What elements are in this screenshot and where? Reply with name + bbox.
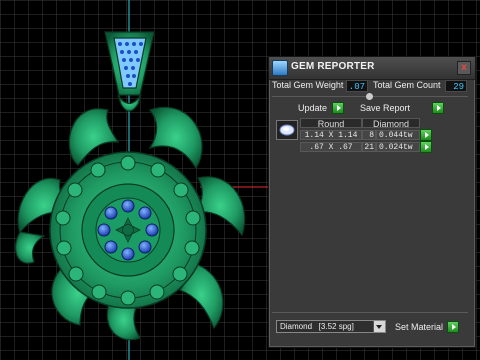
play-arrow-icon <box>420 141 432 153</box>
table-row-size: .67 X .67 <box>300 142 362 152</box>
gem-reporter-window[interactable]: GEM REPORTER x <box>268 56 476 348</box>
set-material-button-label: Set Material <box>395 322 444 332</box>
window-titlebar[interactable]: GEM REPORTER x <box>269 57 475 80</box>
gem-reporter-app-icon <box>272 60 288 76</box>
play-arrow-icon <box>332 102 344 114</box>
material-select[interactable]: Diamond [3.52 spg] <box>276 320 386 333</box>
chevron-down-icon[interactable] <box>373 321 385 332</box>
window-title: GEM REPORTER <box>291 61 375 72</box>
close-icon[interactable]: x <box>457 61 471 75</box>
table-row-size: 1.14 X 1.14 <box>300 130 362 140</box>
table-row-count: 21 <box>362 142 376 152</box>
row-go-button[interactable] <box>420 129 432 141</box>
play-arrow-icon <box>447 321 459 333</box>
update-button[interactable]: Update <box>298 101 346 115</box>
update-button-label: Update <box>298 103 328 113</box>
table-row-count: 8 <box>362 130 376 140</box>
set-material-button[interactable]: Set Material <box>395 320 459 334</box>
total-gem-count-label: Total Gem Count <box>373 80 441 90</box>
divider-handle[interactable] <box>366 93 373 100</box>
gem-table: Round Diamond 1.14 X 1.14 8 0.044tw .67 … <box>274 118 446 154</box>
total-gem-weight-value: .07 <box>346 80 368 92</box>
play-arrow-icon <box>432 102 444 114</box>
total-gem-count-value: 29 <box>445 80 467 92</box>
row-go-button[interactable] <box>420 141 432 153</box>
table-row-weight: 0.044tw <box>376 130 420 140</box>
shape-column-header: Round <box>300 118 362 129</box>
total-gem-weight-label: Total Gem Weight <box>272 80 344 90</box>
play-arrow-icon <box>420 129 432 141</box>
bottom-divider <box>272 312 468 313</box>
type-column-header: Diamond <box>362 118 420 129</box>
save-report-button[interactable]: Save Report <box>360 101 444 115</box>
pendant-body <box>49 151 207 309</box>
material-select-value: Diamond [3.52 spg] <box>280 322 354 331</box>
save-report-button-label: Save Report <box>360 103 411 113</box>
table-row-weight: 0.024tw <box>376 142 420 152</box>
